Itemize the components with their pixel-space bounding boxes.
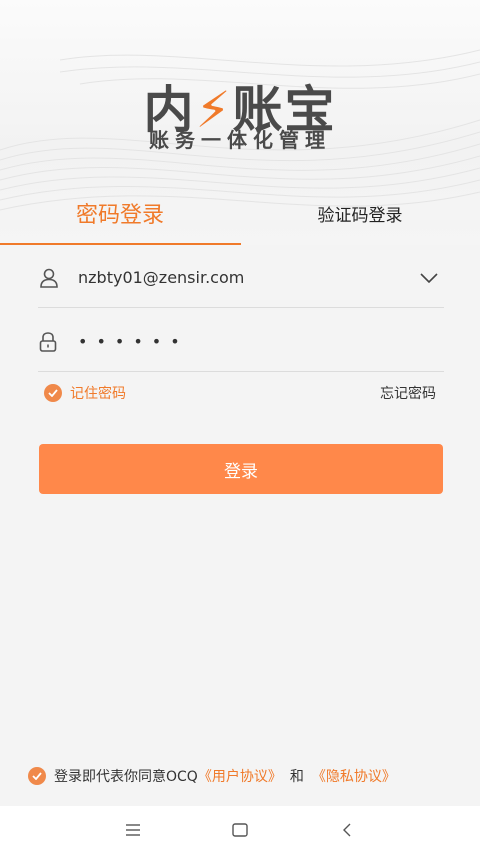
agreement-check-icon[interactable] (28, 767, 46, 785)
home-square-icon[interactable] (220, 810, 260, 850)
check-icon (44, 384, 62, 402)
login-button[interactable]: 登录 (39, 444, 443, 494)
password-row: •••••• (38, 312, 444, 372)
remember-password-toggle[interactable]: 记住密码 (44, 383, 126, 403)
agreement-row: 登录即代表你同意OCQ 《用户协议》 和 《隐私协议》 (28, 766, 396, 786)
tab-password-login[interactable]: 密码登录 (0, 198, 240, 234)
chevron-down-icon[interactable] (414, 263, 444, 293)
forgot-password-link[interactable]: 忘记密码 (380, 383, 436, 403)
user-icon (38, 263, 68, 293)
user-agreement-link[interactable]: 《用户协议》 (198, 766, 282, 786)
remember-password-label: 记住密码 (70, 386, 126, 402)
password-input[interactable]: •••••• (78, 332, 444, 351)
active-tab-indicator (0, 243, 241, 245)
agreement-and-text: 和 (289, 769, 304, 785)
agreement-text: 登录即代表你同意OCQ (54, 769, 198, 785)
lock-icon (38, 327, 68, 357)
back-icon[interactable] (327, 810, 367, 850)
menu-icon[interactable] (113, 810, 153, 850)
username-input[interactable] (78, 268, 414, 287)
system-nav-bar (0, 806, 480, 854)
tab-code-login[interactable]: 验证码登录 (240, 198, 480, 234)
username-row (38, 248, 444, 308)
privacy-agreement-link[interactable]: 《隐私协议》 (312, 766, 396, 786)
app-slogan: 账务一体化管理 (149, 128, 331, 152)
